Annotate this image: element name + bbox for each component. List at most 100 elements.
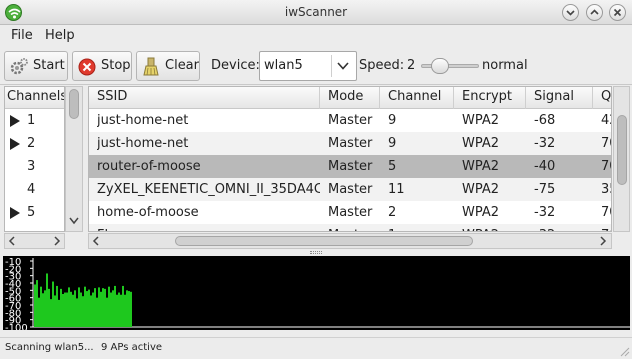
signal-bar bbox=[118, 292, 120, 327]
table-vertical-scrollbar[interactable] bbox=[613, 86, 630, 232]
broom-icon bbox=[143, 57, 159, 76]
chevron-right-icon[interactable] bbox=[53, 236, 61, 246]
cell-encrypt: WPA2 bbox=[462, 182, 500, 197]
scrollbar-thumb[interactable] bbox=[69, 89, 79, 119]
chevron-right-icon[interactable] bbox=[599, 236, 607, 246]
close-button[interactable] bbox=[609, 4, 626, 21]
cell-signal: -32 bbox=[534, 228, 593, 231]
start-button[interactable]: Start bbox=[4, 51, 68, 81]
signal-bar bbox=[122, 285, 124, 327]
expand-arrow-icon[interactable] bbox=[10, 115, 20, 127]
signal-bar bbox=[48, 288, 50, 327]
cell-mode: Master bbox=[328, 228, 380, 231]
table-row[interactable]: router-of-moose Master 5 WPA2 -40 70 bbox=[89, 155, 611, 178]
column-header-mode[interactable]: Mode bbox=[320, 87, 380, 109]
cell-signal: -32 bbox=[534, 205, 556, 220]
maximize-button[interactable] bbox=[586, 4, 603, 21]
scrollbar-thumb[interactable] bbox=[617, 115, 627, 185]
title-bar: iwScanner bbox=[0, 0, 632, 25]
status-text: Scanning wlan5... bbox=[5, 342, 94, 353]
signal-bar bbox=[100, 291, 102, 327]
pane-splitter[interactable] bbox=[310, 251, 322, 254]
column-header-signal[interactable]: Signal bbox=[526, 87, 593, 109]
signal-bar bbox=[96, 297, 98, 327]
signal-bar bbox=[34, 284, 36, 327]
channels-vertical-scrollbar[interactable] bbox=[65, 86, 83, 232]
minimize-button[interactable] bbox=[562, 4, 579, 21]
status-bar: Scanning wlan5... 9 APs active bbox=[0, 337, 632, 359]
expand-arrow-icon[interactable] bbox=[10, 138, 20, 150]
signal-graph: -10 -20 -30 -40 -50 -60 -70 -80 -90 -100 bbox=[3, 256, 630, 330]
table-header: SSID Mode Channel Encrypt Signal Q bbox=[89, 87, 611, 109]
channels-horizontal-scrollbar[interactable] bbox=[4, 233, 65, 249]
cell-encrypt: WPA2 bbox=[462, 159, 500, 174]
resize-grip-icon[interactable] bbox=[618, 345, 630, 357]
table-horizontal-scrollbar[interactable] bbox=[88, 233, 612, 249]
cell-channel: 2 bbox=[388, 205, 397, 220]
signal-bar bbox=[128, 291, 130, 327]
signal-bar bbox=[104, 288, 106, 327]
channel-label: 3 bbox=[27, 159, 36, 174]
table-row[interactable]: Fl Master 1 WPA2 -32 70 bbox=[89, 224, 611, 231]
channel-item[interactable]: 2 bbox=[5, 132, 64, 155]
device-select[interactable]: wlan5 bbox=[259, 51, 357, 81]
y-tick-label: -100 bbox=[5, 323, 28, 330]
signal-bar bbox=[42, 293, 44, 327]
channel-item[interactable]: 1 bbox=[5, 109, 64, 132]
signal-bar bbox=[124, 294, 126, 327]
signal-bar bbox=[126, 290, 128, 327]
cell-encrypt: WPA2 bbox=[462, 136, 500, 151]
column-header-channel[interactable]: Channel bbox=[380, 87, 454, 109]
column-header-q[interactable]: Q bbox=[593, 87, 611, 109]
window-title: iwScanner bbox=[284, 5, 348, 19]
signal-bar bbox=[116, 294, 118, 327]
cell-signal: -75 bbox=[534, 182, 556, 197]
signal-bar bbox=[60, 288, 62, 327]
channel-item[interactable]: 5 bbox=[5, 201, 64, 224]
chevron-left-icon[interactable] bbox=[92, 236, 100, 246]
signal-bar bbox=[40, 286, 42, 327]
cell-channel: 11 bbox=[388, 182, 405, 197]
table-row[interactable]: just-home-net Master 9 WPA2 -68 42 bbox=[89, 109, 611, 132]
speed-slider-track[interactable] bbox=[421, 64, 479, 68]
speed-mode-label: normal bbox=[482, 58, 528, 73]
scrollbar-thumb[interactable] bbox=[175, 236, 473, 246]
table-row[interactable]: ZyXEL_KEENETIC_OMNI_II_35DA4C Master 11 WPA… bbox=[89, 178, 611, 201]
cell-ssid: just-home-net bbox=[97, 136, 189, 151]
stop-label: Stop bbox=[101, 58, 131, 73]
menu-file[interactable]: File bbox=[11, 28, 33, 43]
signal-bar bbox=[108, 286, 110, 327]
signal-bar bbox=[62, 294, 64, 327]
expand-arrow-icon[interactable] bbox=[10, 207, 20, 219]
column-header-ssid[interactable]: SSID bbox=[89, 87, 320, 109]
channels-header[interactable]: Channels bbox=[5, 87, 64, 109]
table-row[interactable]: just-home-net Master 9 WPA2 -32 70 bbox=[89, 132, 611, 155]
signal-bar bbox=[76, 298, 78, 327]
speed-slider-handle[interactable] bbox=[431, 58, 449, 74]
signal-bar bbox=[80, 292, 82, 327]
signal-bar bbox=[82, 296, 84, 327]
clear-button[interactable]: Clear bbox=[136, 51, 200, 81]
menu-help[interactable]: Help bbox=[45, 28, 75, 43]
chevron-down-icon[interactable] bbox=[69, 217, 79, 225]
cell-ssid: Fl bbox=[97, 228, 320, 231]
chevron-left-icon[interactable] bbox=[8, 236, 16, 246]
signal-bar bbox=[94, 288, 96, 327]
channel-item[interactable]: 4 bbox=[5, 178, 64, 201]
channel-label: 2 bbox=[27, 136, 36, 151]
clear-label: Clear bbox=[165, 58, 199, 73]
column-header-encrypt[interactable]: Encrypt bbox=[454, 87, 526, 109]
cell-signal: -40 bbox=[534, 159, 556, 174]
signal-bar bbox=[102, 288, 104, 327]
cell-ssid: just-home-net bbox=[97, 113, 189, 128]
channel-item[interactable]: 3 bbox=[5, 155, 64, 178]
cell-channel: 1 bbox=[388, 228, 454, 231]
signal-bar bbox=[66, 292, 68, 327]
signal-bar bbox=[56, 285, 58, 327]
table-row[interactable]: home-of-moose Master 2 WPA2 -32 70 bbox=[89, 201, 611, 224]
stop-button[interactable]: Stop bbox=[72, 51, 132, 81]
close-icon bbox=[613, 8, 622, 17]
signal-bar bbox=[64, 292, 66, 327]
cell-encrypt: WPA2 bbox=[462, 205, 500, 220]
cell-q: 70 bbox=[601, 159, 611, 174]
